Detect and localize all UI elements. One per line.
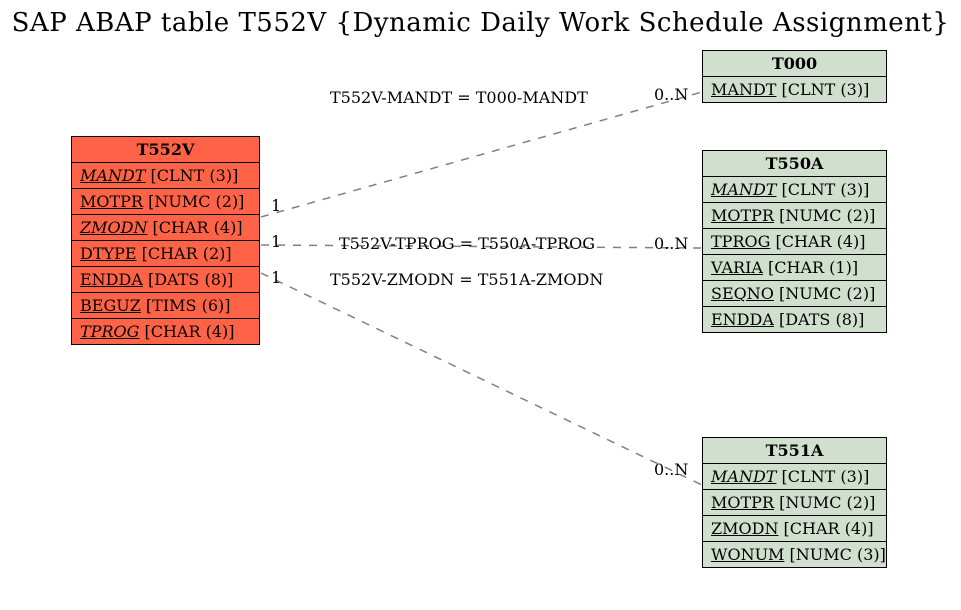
- field-type: [TIMS (6)]: [146, 296, 231, 315]
- field-name: ENDDA: [711, 310, 774, 329]
- field-name: MOTPR: [711, 206, 774, 225]
- field-type: [CHAR (2)]: [142, 244, 232, 263]
- table-row: ENDDA [DATS (8)]: [72, 267, 259, 293]
- table-t552v: T552V MANDT [CLNT (3)] MOTPR [NUMC (2)] …: [71, 136, 260, 345]
- table-row: MANDT [CLNT (3)]: [703, 177, 886, 203]
- rel-2-rightcard: 0..N: [654, 234, 688, 253]
- field-name: MANDT: [711, 180, 776, 199]
- field-type: [CHAR (1)]: [768, 258, 858, 277]
- rel-2-leftcard: 1: [271, 232, 281, 251]
- table-row: TPROG [CHAR (4)]: [703, 229, 886, 255]
- rel-1-label: T552V-MANDT = T000-MANDT: [330, 88, 588, 107]
- table-row: ENDDA [DATS (8)]: [703, 307, 886, 332]
- field-name: TPROG: [80, 322, 139, 341]
- table-row: VARIA [CHAR (1)]: [703, 255, 886, 281]
- table-row: ZMODN [CHAR (4)]: [72, 215, 259, 241]
- table-row: MANDT [CLNT (3)]: [72, 163, 259, 189]
- field-name: TPROG: [711, 232, 770, 251]
- table-t550a-header: T550A: [703, 151, 886, 177]
- field-type: [CLNT (3)]: [782, 80, 870, 99]
- field-type: [NUMC (3)]: [790, 545, 886, 564]
- field-name: VARIA: [711, 258, 763, 277]
- rel-1-leftcard: 1: [271, 196, 281, 215]
- rel-1-rightcard: 0..N: [654, 85, 688, 104]
- field-type: [NUMC (2)]: [779, 206, 875, 225]
- table-row: MOTPR [NUMC (2)]: [703, 490, 886, 516]
- field-name: ZMODN: [80, 218, 147, 237]
- table-row: BEGUZ [TIMS (6)]: [72, 293, 259, 319]
- table-row: MANDT [CLNT (3)]: [703, 464, 886, 490]
- field-type: [CHAR (4)]: [144, 322, 234, 341]
- field-type: [CLNT (3)]: [782, 467, 870, 486]
- table-row: SEQNO [NUMC (2)]: [703, 281, 886, 307]
- field-type: [CLNT (3)]: [151, 166, 239, 185]
- rel-3-rightcard: 0..N: [654, 460, 688, 479]
- field-name: MOTPR: [80, 192, 143, 211]
- field-name: ZMODN: [711, 519, 778, 538]
- rel-3-label: T552V-ZMODN = T551A-ZMODN: [330, 270, 603, 289]
- field-name: ENDDA: [80, 270, 143, 289]
- table-row: WONUM [NUMC (3)]: [703, 542, 886, 567]
- rel-3-leftcard: 1: [271, 268, 281, 287]
- table-t000: T000 MANDT [CLNT (3)]: [702, 50, 887, 103]
- field-name: MANDT: [711, 80, 776, 99]
- field-type: [CLNT (3)]: [782, 180, 870, 199]
- field-type: [CHAR (4)]: [775, 232, 865, 251]
- field-name: WONUM: [711, 545, 784, 564]
- field-type: [NUMC (2)]: [779, 493, 875, 512]
- table-row: TPROG [CHAR (4)]: [72, 319, 259, 344]
- field-type: [DATS (8)]: [148, 270, 233, 289]
- table-row: MOTPR [NUMC (2)]: [72, 189, 259, 215]
- table-t551a: T551A MANDT [CLNT (3)] MOTPR [NUMC (2)] …: [702, 437, 887, 568]
- field-type: [DATS (8)]: [779, 310, 864, 329]
- field-type: [CHAR (4)]: [153, 218, 243, 237]
- field-name: BEGUZ: [80, 296, 141, 315]
- table-row: DTYPE [CHAR (2)]: [72, 241, 259, 267]
- table-t552v-header: T552V: [72, 137, 259, 163]
- field-type: [NUMC (2)]: [779, 284, 875, 303]
- field-name: SEQNO: [711, 284, 774, 303]
- table-row: MOTPR [NUMC (2)]: [703, 203, 886, 229]
- field-name: MOTPR: [711, 493, 774, 512]
- field-name: MANDT: [711, 467, 776, 486]
- table-t000-header: T000: [703, 51, 886, 77]
- field-name: MANDT: [80, 166, 145, 185]
- table-t550a: T550A MANDT [CLNT (3)] MOTPR [NUMC (2)] …: [702, 150, 887, 333]
- table-row: ZMODN [CHAR (4)]: [703, 516, 886, 542]
- field-type: [NUMC (2)]: [148, 192, 244, 211]
- field-type: [CHAR (4)]: [784, 519, 874, 538]
- diagram-title: SAP ABAP table T552V {Dynamic Daily Work…: [0, 8, 961, 38]
- table-t551a-header: T551A: [703, 438, 886, 464]
- field-name: DTYPE: [80, 244, 137, 263]
- rel-2-label: T552V-TPROG = T550A-TPROG: [339, 234, 595, 253]
- table-row: MANDT [CLNT (3)]: [703, 77, 886, 102]
